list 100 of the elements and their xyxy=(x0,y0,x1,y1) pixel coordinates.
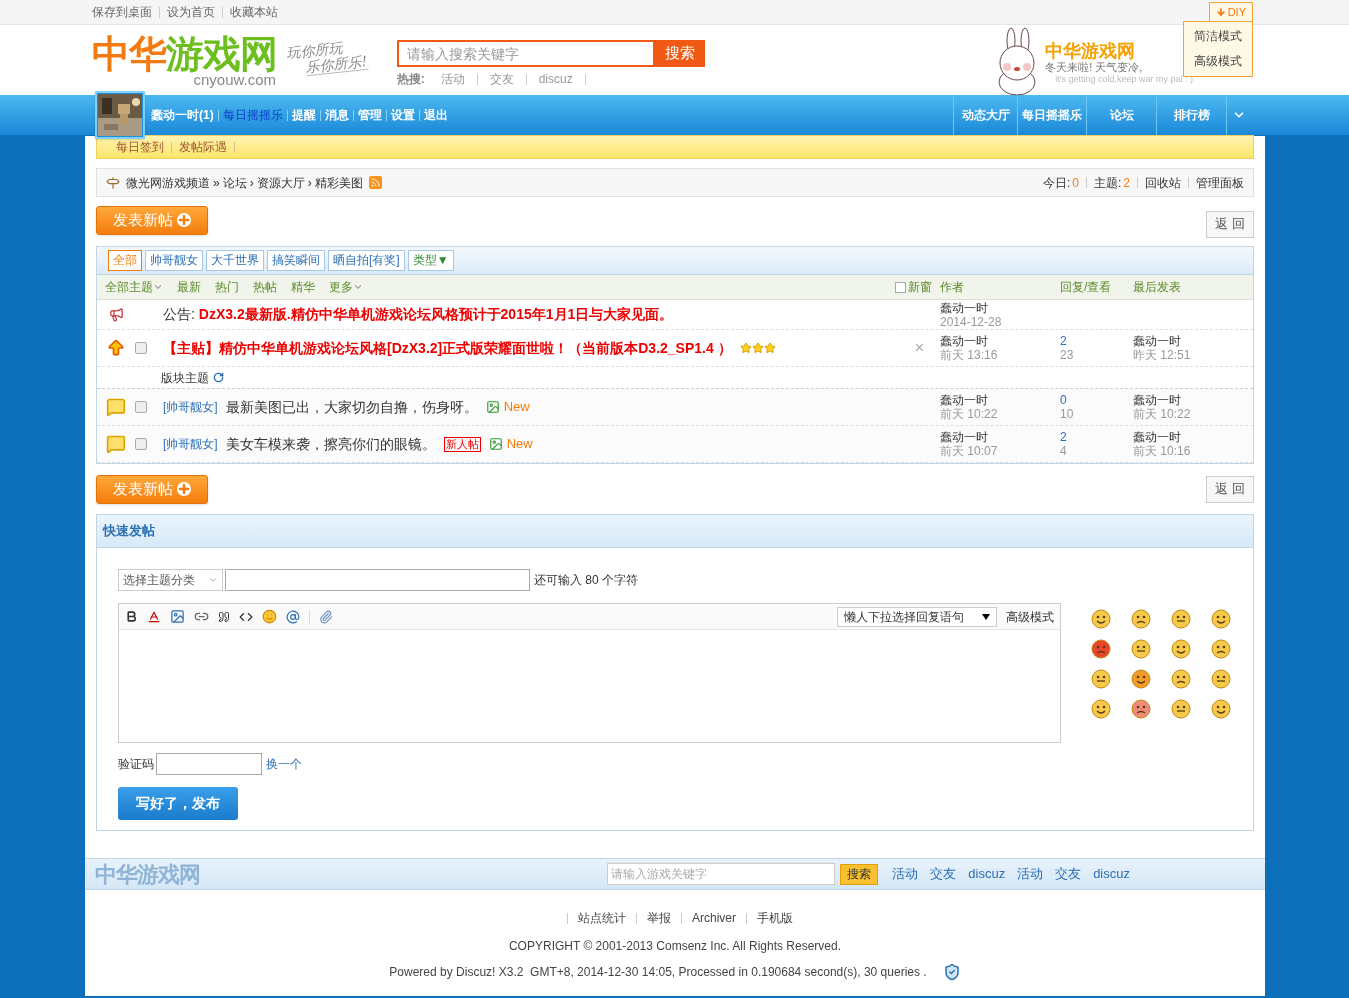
back-button[interactable]: 返 回 xyxy=(1206,475,1254,503)
thread-author-link[interactable]: 蠢动一时 xyxy=(940,300,1060,315)
footer-search-button[interactable]: 搜索 xyxy=(840,863,879,885)
new-window-checkbox[interactable] xyxy=(895,281,906,293)
quote-icon[interactable] xyxy=(218,610,230,623)
footer-link[interactable]: 交友 xyxy=(1055,864,1082,884)
thread-icon xyxy=(106,434,126,454)
thread-title[interactable]: 【主贴】精仿中华单机游戏论坛风格[DzX3.2]正式版荣耀面世啦！（当前版本D3.2_SP1.4 ） xyxy=(163,337,732,359)
footer-link[interactable]: 交友 xyxy=(930,864,957,884)
image-icon[interactable] xyxy=(170,609,185,624)
text-color-icon[interactable] xyxy=(147,609,161,624)
breadcrumb-link[interactable]: 资源大厅 xyxy=(256,173,305,192)
subject-field[interactable] xyxy=(225,569,530,591)
sub-nav-link[interactable]: 每日签到 xyxy=(116,138,164,156)
back-button[interactable]: 返 回 xyxy=(1206,210,1254,238)
footer-link[interactable]: discuz xyxy=(1093,864,1130,884)
hot-search-label: 热搜: xyxy=(396,71,425,88)
reply-count: 2 xyxy=(1060,334,1068,348)
category-link[interactable]: [帅哥靓女] xyxy=(163,398,218,416)
search-button[interactable]: 搜索 xyxy=(654,40,705,67)
user-menu-link[interactable]: 设置 xyxy=(390,106,415,124)
toolbar-link[interactable]: 回收站 xyxy=(1145,173,1181,192)
breadcrumb-link[interactable]: 论坛 xyxy=(222,173,247,192)
footer-link[interactable]: 站点统计 xyxy=(578,909,626,927)
thread-author-link[interactable]: 蠢动一时 xyxy=(940,393,1060,407)
smiley-icon xyxy=(1211,609,1231,629)
refresh-icon[interactable] xyxy=(213,372,224,383)
mention-icon[interactable] xyxy=(286,609,300,624)
footer-search-field[interactable]: 请输入游戏关键字 xyxy=(607,863,836,885)
footer-logo: 中华游戏网 xyxy=(95,860,200,889)
filter-link[interactable]: 全部主题 xyxy=(105,278,163,296)
category-link[interactable]: [帅哥靓女] xyxy=(163,435,218,453)
bold-icon[interactable] xyxy=(125,610,138,623)
footer-link[interactable]: Archiver xyxy=(692,909,736,927)
user-menu-link[interactable]: 蠢动一时(1) xyxy=(151,106,214,124)
thread-author-link[interactable]: 蠢动一时 xyxy=(940,334,1060,348)
type-tab[interactable]: 大千世界 xyxy=(206,250,264,271)
filter-link[interactable]: 更多 xyxy=(329,278,363,296)
smiley-icon xyxy=(1091,699,1111,719)
filter-link[interactable]: 热帖 xyxy=(253,278,277,296)
last-post-author-link[interactable]: 蠢动一时 xyxy=(1133,393,1253,407)
type-tab[interactable]: 帅哥靓女 xyxy=(145,250,203,271)
breadcrumb-separator: › xyxy=(307,174,312,192)
hot-search-link[interactable]: 活动 xyxy=(440,70,465,88)
user-menu-link[interactable]: 每日摇摇乐 xyxy=(222,106,283,124)
smiley-icon xyxy=(1211,669,1231,689)
footer-link[interactable]: 手机版 xyxy=(757,909,793,927)
breadcrumb-link[interactable]: 精彩美图 xyxy=(314,173,363,192)
mode-option[interactable]: 简洁模式 xyxy=(1194,24,1242,49)
last-post-author-link[interactable]: 蠢动一时 xyxy=(1133,334,1253,348)
filter-link[interactable]: 热门 xyxy=(215,278,239,296)
advanced-mode-link[interactable]: 高级模式 xyxy=(1006,607,1054,626)
type-tab[interactable]: 晒自拍[有奖] xyxy=(328,250,405,271)
footer-link[interactable]: discuz xyxy=(968,864,1006,884)
attachment-icon[interactable] xyxy=(319,609,333,624)
filter-link[interactable]: 精华 xyxy=(291,278,315,296)
reply-count: 0 xyxy=(1060,393,1068,407)
thread-title[interactable]: 美女车模来袭，擦亮你们的眼镜。 xyxy=(225,433,436,455)
thread-author-link[interactable]: 蠢动一时 xyxy=(940,430,1060,444)
category-select[interactable]: 选择主题分类 xyxy=(118,569,223,591)
filter-link[interactable]: 最新 xyxy=(177,278,201,296)
footer-link[interactable]: 活动 xyxy=(1017,864,1044,884)
submit-button[interactable]: 写好了，发布 xyxy=(118,787,238,820)
hot-search-link[interactable]: discuz xyxy=(538,70,573,88)
thread-checkbox[interactable] xyxy=(135,438,147,450)
announcement-title[interactable]: 公告: DzX3.2最新版.精仿中华单机游戏论坛风格预计于2015年1月1日与大家见面。 xyxy=(163,304,674,325)
stat-label: 今日: xyxy=(1042,174,1071,192)
sub-nav-link[interactable]: 发帖际遇 xyxy=(179,138,227,156)
emoji-icon[interactable] xyxy=(262,609,277,624)
refresh-captcha-link[interactable]: 换一个 xyxy=(266,755,302,773)
last-post-author-link[interactable]: 蠢动一时 xyxy=(1133,430,1253,444)
hot-search-link[interactable]: 交友 xyxy=(489,70,514,88)
site-logo[interactable]: 中华游戏网 xyxy=(92,35,277,73)
rss-icon[interactable] xyxy=(368,176,382,189)
breadcrumb-link[interactable]: 微光网游戏频道 xyxy=(126,173,210,192)
captcha-field[interactable] xyxy=(156,753,262,775)
toolbar-link[interactable]: 管理面板 xyxy=(1196,173,1244,192)
user-menu-link[interactable]: 退出 xyxy=(423,106,448,124)
mascot-title: 中华游戏网 xyxy=(1045,41,1137,61)
smiley-icon xyxy=(1171,609,1191,629)
smiley-icon xyxy=(1091,639,1111,659)
type-tab[interactable]: 搞笑瞬间 xyxy=(267,250,325,271)
user-menu-link[interactable]: 管理 xyxy=(357,106,382,124)
top-link[interactable]: 保存到桌面 xyxy=(92,3,152,21)
reply-template-select[interactable]: 懒人下拉选择回复语句 xyxy=(837,606,997,627)
user-menu-link[interactable]: 消息 xyxy=(324,106,349,124)
thread-checkbox[interactable] xyxy=(135,342,147,354)
mode-option[interactable]: 高级模式 xyxy=(1194,49,1242,74)
type-tab[interactable]: 全部 xyxy=(108,250,142,271)
user-menu-link[interactable]: 提醒 xyxy=(291,106,316,124)
footer-link[interactable]: 举报 xyxy=(647,909,671,927)
type-menu[interactable]: 类型▼ xyxy=(407,250,454,271)
top-link[interactable]: 收藏本站 xyxy=(230,3,278,21)
top-link[interactable]: 设为首页 xyxy=(167,3,215,21)
thread-checkbox[interactable] xyxy=(135,401,147,413)
thread-title[interactable]: 最新美图已出，大家切勿自撸，伤身呀。 xyxy=(225,396,478,418)
signpost-icon xyxy=(106,175,120,190)
view-count: 23 xyxy=(1060,348,1075,362)
search-field[interactable]: 请输入搜索关键字 xyxy=(396,40,655,67)
footer-link[interactable]: 活动 xyxy=(892,864,919,884)
